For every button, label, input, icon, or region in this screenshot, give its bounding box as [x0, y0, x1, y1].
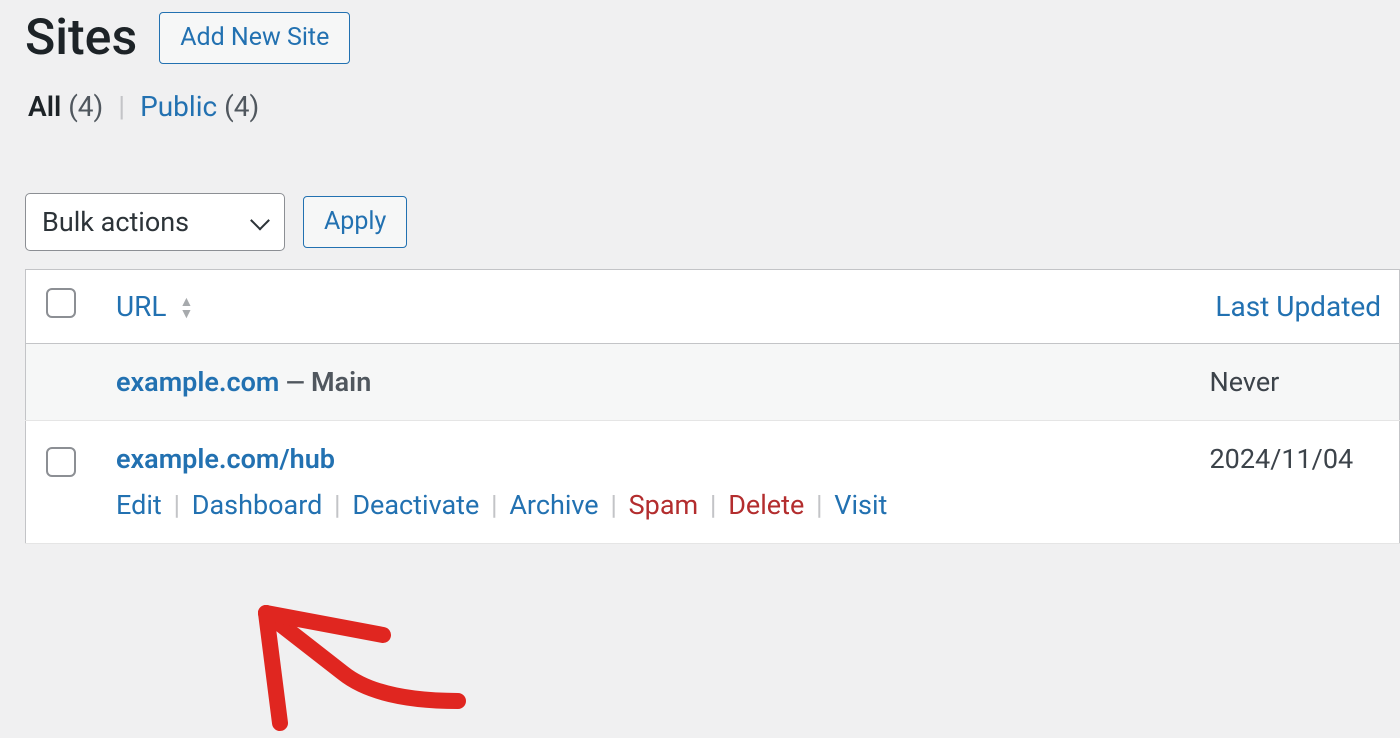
- delete-link[interactable]: Delete: [728, 489, 804, 521]
- last-updated-value: 2024/11/04: [1190, 421, 1400, 544]
- column-header-url[interactable]: URL ▲▼: [96, 270, 1190, 344]
- bulk-actions-select[interactable]: Bulk actions: [25, 193, 285, 251]
- last-updated-value: Never: [1190, 344, 1400, 421]
- filter-links: All (4) | Public (4): [0, 68, 1400, 123]
- filter-public[interactable]: Public (4): [140, 90, 259, 123]
- annotation-arrow-icon: [238, 593, 478, 738]
- table-row: example.com — Main Never: [26, 344, 1400, 421]
- column-header-last-updated[interactable]: Last Updated: [1190, 270, 1400, 344]
- dashboard-link[interactable]: Dashboard: [192, 489, 323, 521]
- sites-table: URL ▲▼ Last Updated example.com — Main N…: [25, 269, 1400, 544]
- row-actions: Edit | Dashboard | Deactivate | Archive …: [116, 489, 1170, 521]
- select-all-checkbox[interactable]: [46, 288, 76, 318]
- row-checkbox[interactable]: [46, 447, 76, 477]
- edit-link[interactable]: Edit: [116, 489, 162, 521]
- add-new-site-button[interactable]: Add New Site: [159, 12, 350, 64]
- deactivate-link[interactable]: Deactivate: [352, 489, 479, 521]
- filter-all[interactable]: All (4): [28, 90, 110, 123]
- spam-link[interactable]: Spam: [629, 489, 699, 521]
- bulk-actions-wrap: Bulk actions: [25, 193, 285, 251]
- table-row: example.com/hub Edit | Dashboard | Deact…: [26, 421, 1400, 544]
- visit-link[interactable]: Visit: [834, 489, 887, 521]
- apply-button[interactable]: Apply: [303, 196, 407, 248]
- archive-link[interactable]: Archive: [509, 489, 598, 521]
- filter-separator: |: [118, 90, 125, 123]
- page-title: Sites: [25, 8, 137, 68]
- main-badge: Main: [311, 366, 371, 398]
- sort-icon: ▲▼: [179, 297, 193, 319]
- site-url-link[interactable]: example.com: [116, 366, 279, 398]
- site-url-link[interactable]: example.com/hub: [116, 443, 335, 475]
